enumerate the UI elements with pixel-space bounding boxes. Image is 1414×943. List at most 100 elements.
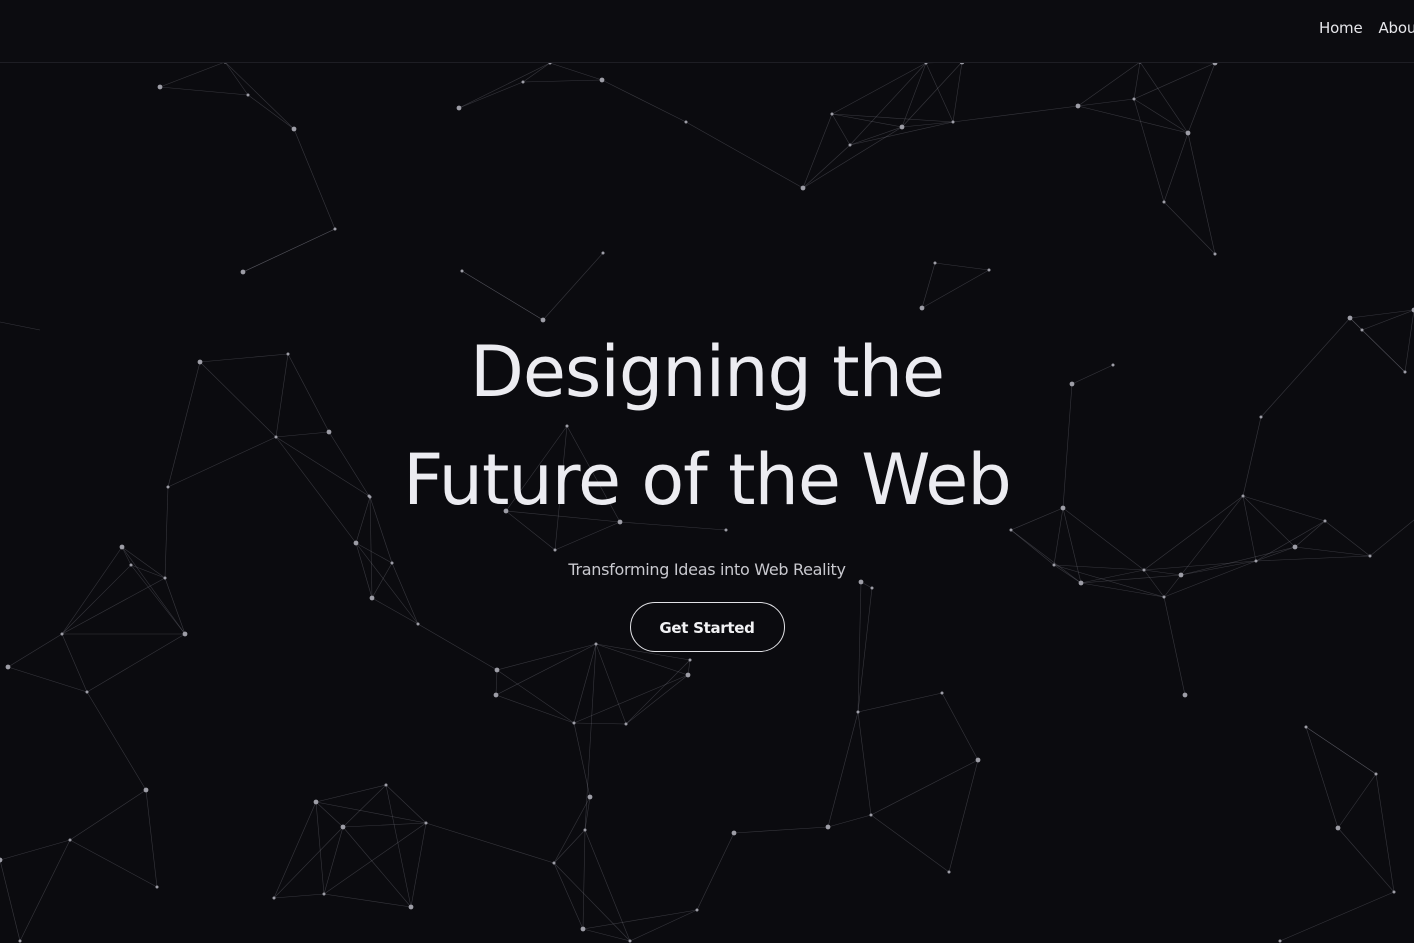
network-edge [802, 144, 851, 189]
network-edge [696, 832, 735, 911]
network-edge [629, 909, 698, 942]
network-edge [921, 262, 936, 309]
nav-link-home[interactable]: Home [1319, 19, 1363, 37]
network-node [572, 721, 576, 725]
network-node [951, 120, 955, 124]
network-node [695, 908, 699, 912]
network-node [143, 787, 149, 793]
network-edge [224, 61, 295, 130]
network-edge [831, 113, 903, 128]
network-node [869, 813, 873, 817]
main-nav: Home About [1319, 19, 1414, 37]
network-edge [901, 121, 954, 128]
network-edge [522, 62, 551, 83]
network-edge [495, 669, 498, 696]
network-node [947, 870, 951, 874]
network-edge [19, 839, 71, 942]
network-node [246, 93, 250, 97]
network-node [340, 824, 346, 830]
network-node [731, 830, 737, 836]
network-edge [925, 62, 954, 123]
network-edge [242, 228, 336, 273]
network-edge [573, 674, 689, 724]
network-node [5, 664, 11, 670]
network-edge [625, 674, 689, 725]
network-node [628, 939, 632, 943]
network-edge [952, 61, 963, 123]
network-edge [941, 692, 979, 761]
network-node [333, 227, 337, 231]
network-edge [849, 62, 927, 146]
network-edge [934, 262, 990, 271]
network-edge [315, 801, 427, 824]
hero-title-line-1: Designing the [469, 331, 945, 413]
network-edge [224, 61, 249, 96]
network-node [456, 105, 462, 111]
network-edge [849, 126, 903, 146]
network-node [18, 939, 22, 943]
network-edge [802, 126, 903, 189]
network-edge [1133, 61, 1141, 100]
network-edge [425, 822, 555, 864]
network-node [601, 251, 605, 255]
network-node [0, 857, 3, 863]
network-node [1374, 772, 1378, 776]
network-edge [733, 826, 829, 834]
network-edge [831, 62, 927, 115]
network-node [291, 126, 297, 132]
network-edge [458, 81, 524, 109]
network-edge [1133, 98, 1189, 134]
network-edge [573, 643, 597, 724]
network-node [493, 692, 499, 698]
network-node [599, 77, 605, 83]
network-edge [1279, 891, 1395, 942]
network-node [685, 672, 691, 678]
top-navigation-bar: Home About [0, 0, 1414, 63]
network-edge [145, 789, 158, 888]
network-node [933, 261, 937, 265]
network-edge [582, 928, 631, 942]
network-node [313, 799, 319, 805]
network-edge [293, 128, 336, 230]
network-node [919, 305, 925, 311]
network-edge [827, 814, 872, 828]
network-edge [601, 79, 687, 123]
network-node [552, 861, 556, 865]
network-edge [247, 94, 295, 130]
network-edge [582, 909, 698, 930]
network-edge [273, 893, 325, 899]
network-node [1132, 97, 1136, 101]
network-edge [1133, 98, 1165, 203]
network-node [848, 143, 852, 147]
network-edge [385, 784, 412, 908]
network-edge [870, 814, 950, 873]
network-node [155, 885, 159, 889]
network-node [521, 80, 525, 84]
network-node [1075, 103, 1081, 109]
network-edge [582, 829, 586, 930]
network-edge [522, 79, 603, 83]
nav-link-about[interactable]: About [1379, 19, 1414, 37]
network-edge [921, 269, 990, 309]
network-edge [952, 105, 1079, 123]
network-edge [458, 62, 551, 109]
network-edge [69, 839, 158, 888]
network-node [272, 896, 276, 900]
hero-title-line-2: Future of the Web [403, 439, 1012, 521]
hero-subtitle: Transforming Ideas into Web Reality [568, 560, 846, 579]
network-edge [1163, 132, 1189, 203]
get-started-button[interactable]: Get Started [629, 602, 785, 652]
network-edge [870, 759, 979, 816]
network-node [975, 757, 981, 763]
network-node [1392, 890, 1396, 894]
network-node [580, 926, 586, 932]
network-edge [315, 784, 387, 803]
network-edge [315, 801, 344, 828]
network-edge [7, 666, 88, 693]
network-node [1304, 725, 1308, 729]
network-edge [1163, 201, 1216, 255]
network-node [1278, 939, 1282, 943]
network-edge [410, 822, 427, 908]
network-edge [1337, 773, 1377, 829]
network-node [624, 722, 628, 726]
